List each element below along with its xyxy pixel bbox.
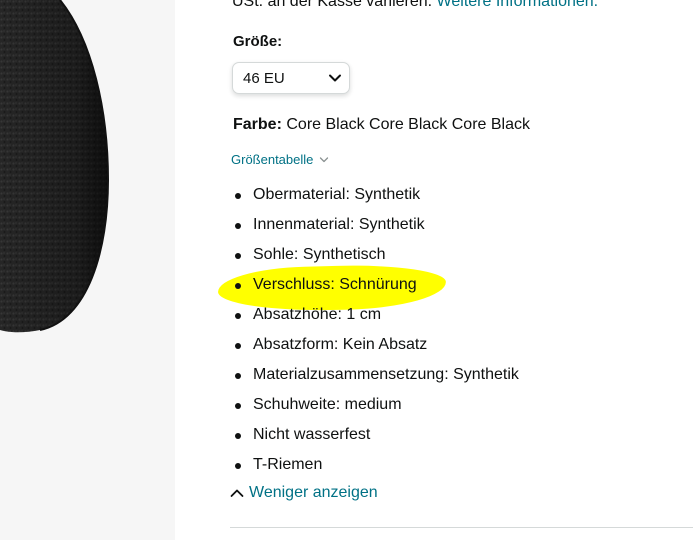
vat-notice: USt. an der Kasse variieren. Weitere Inf…: [232, 0, 598, 11]
chevron-up-icon: [230, 489, 244, 497]
color-info: Farbe: Core Black Core Black Core Black: [233, 116, 530, 134]
feature-item: Sohle: Synthetisch: [232, 240, 519, 270]
chevron-down-icon: [329, 74, 341, 82]
size-selected-value: 46 EU: [243, 69, 285, 87]
feature-item: Innenmaterial: Synthetik: [232, 210, 519, 240]
chevron-down-icon: [320, 156, 329, 162]
size-chart-toggle[interactable]: Größentabelle: [231, 152, 329, 167]
feature-item: Obermaterial: Synthetik: [232, 180, 519, 210]
show-less-link[interactable]: Weniger anzeigen: [230, 484, 378, 502]
feature-item: Nicht wasserfest: [232, 420, 519, 450]
feature-item: Schuhweite: medium: [232, 390, 519, 420]
feature-list: Obermaterial: Synthetik Innenmaterial: S…: [232, 180, 519, 480]
product-details: USt. an der Kasse variieren. Weitere Inf…: [175, 0, 693, 540]
section-divider: [230, 527, 693, 528]
size-label: Größe:: [233, 33, 283, 50]
shoe-image: [0, 0, 110, 333]
feature-item-highlighted: Verschluss: Schnürung: [232, 270, 519, 300]
color-value: Core Black Core Black Core Black: [286, 116, 530, 133]
more-info-link[interactable]: Weitere Informationen.: [437, 0, 599, 10]
vat-text: USt. an der Kasse variieren.: [232, 0, 433, 10]
size-chart-label: Größentabelle: [231, 152, 314, 167]
feature-item: T-Riemen: [232, 450, 519, 480]
product-detail-page: USt. an der Kasse variieren. Weitere Inf…: [0, 0, 693, 540]
product-image-pane[interactable]: [0, 0, 175, 540]
color-label: Farbe:: [233, 116, 282, 133]
size-dropdown[interactable]: 46 EU: [232, 62, 350, 94]
show-less-label: Weniger anzeigen: [249, 484, 378, 501]
feature-item: Absatzhöhe: 1 cm: [232, 300, 519, 330]
feature-item: Absatzform: Kein Absatz: [232, 330, 519, 360]
feature-item: Materialzusammensetzung: Synthetik: [232, 360, 519, 390]
